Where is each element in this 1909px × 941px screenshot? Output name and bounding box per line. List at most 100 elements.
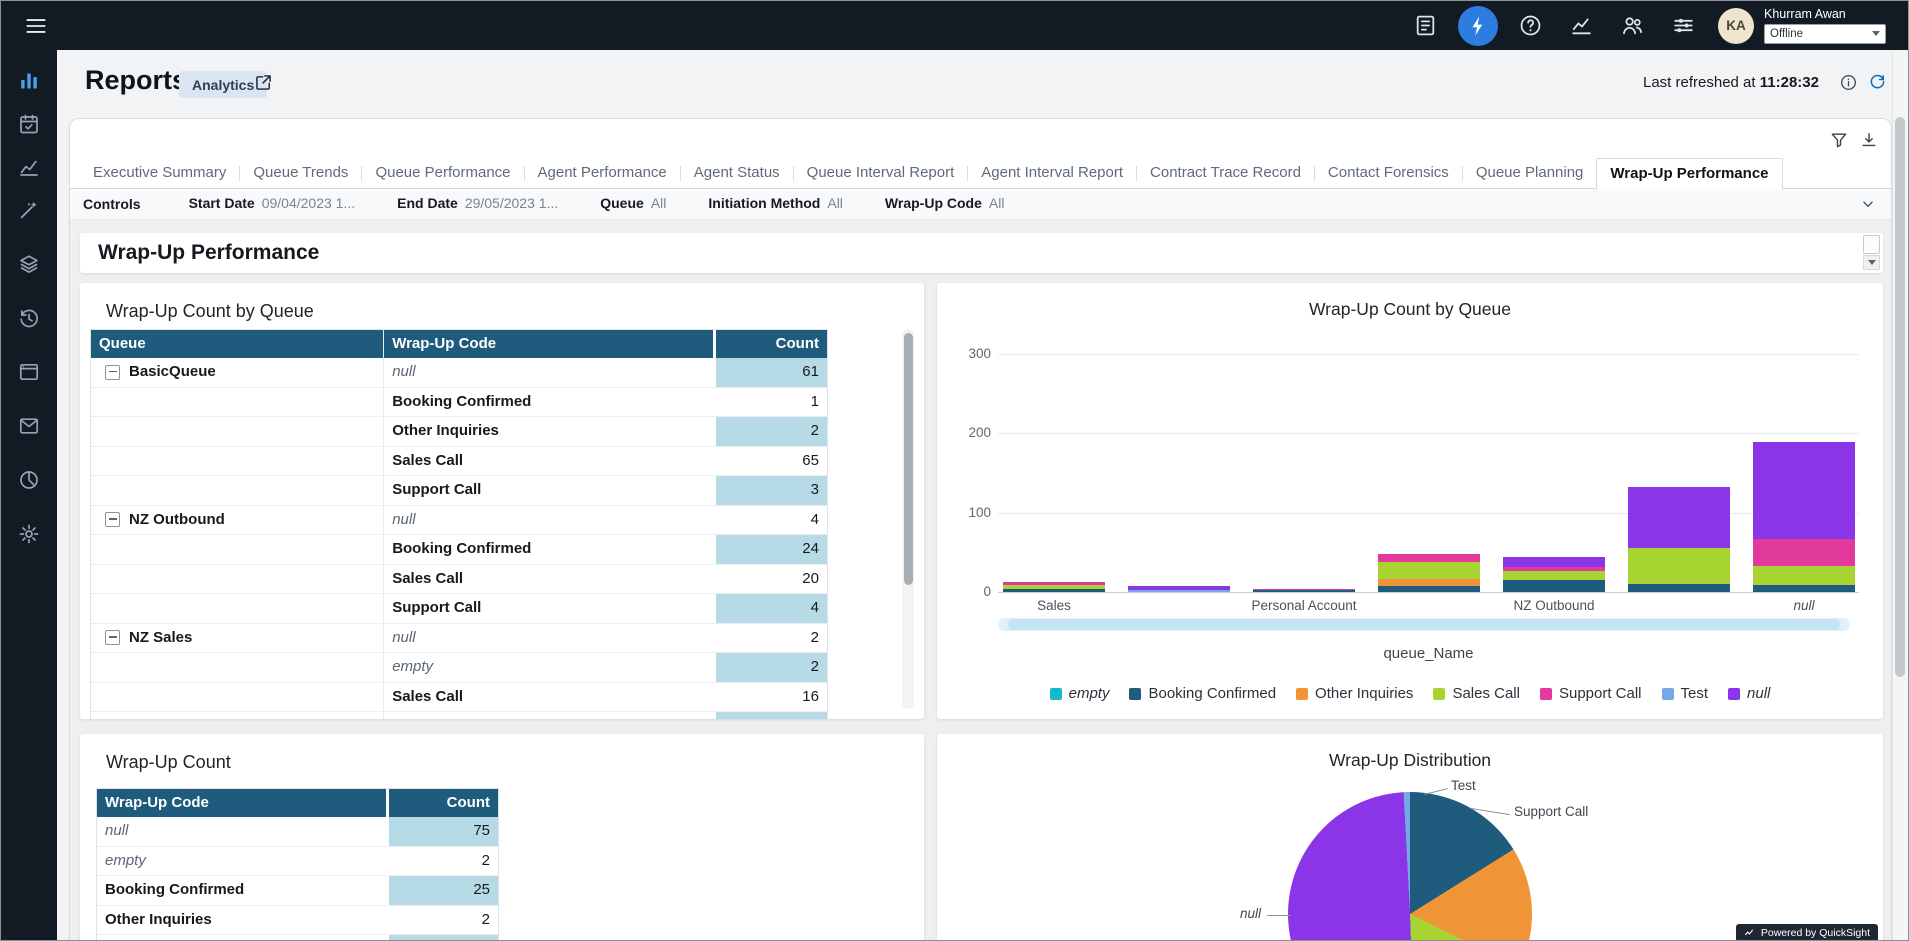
scrollbar-thumb[interactable]	[1895, 117, 1905, 677]
filter-value: 09/04/2023 1...	[262, 195, 355, 211]
collapse-group-icon[interactable]	[105, 512, 120, 527]
table-row: NZ Outboundnull4	[91, 506, 827, 536]
card-wrapup-count-table: Wrap-Up Count Wrap-Up CodeCountnull75emp…	[80, 734, 924, 941]
filter-end-date[interactable]: End Date29/05/2023 1...	[397, 195, 558, 211]
tab-executive-summary[interactable]: Executive Summary	[80, 159, 239, 188]
tab-queue-interval-report[interactable]: Queue Interval Report	[794, 159, 968, 188]
legend-item-test[interactable]: Test	[1662, 685, 1709, 702]
legend-item-support-call[interactable]: Support Call	[1540, 685, 1642, 702]
filter-label: Start Date	[189, 195, 255, 211]
app-window-icon[interactable]	[13, 355, 46, 388]
tab-agent-interval-report[interactable]: Agent Interval Report	[968, 159, 1136, 188]
metrics-icon[interactable]	[1569, 13, 1594, 38]
wand-icon[interactable]	[13, 193, 46, 226]
tab-queue-performance[interactable]: Queue Performance	[362, 159, 523, 188]
refresh-icon[interactable]	[1867, 71, 1888, 92]
queue-cell	[91, 476, 384, 505]
count-cell: 75	[386, 817, 498, 846]
layers-icon[interactable]	[13, 247, 46, 280]
user-block: Khurram Awan Offline	[1764, 8, 1886, 44]
filter-initiation-method[interactable]: Initiation MethodAll	[708, 195, 843, 211]
collapse-group-icon[interactable]	[105, 630, 120, 645]
filter-wrap-up-code[interactable]: Wrap-Up CodeAll	[885, 195, 1005, 211]
count-cell: 4	[713, 506, 827, 535]
sheet-scrollbar[interactable]	[1863, 235, 1880, 271]
scrollbar-thumb[interactable]	[1863, 235, 1880, 254]
chart-legend: empty Booking Confirmed Other Inquiries Sal…	[937, 685, 1883, 702]
hamburger-menu-icon[interactable]	[23, 13, 49, 39]
queue-cell: BasicQueue	[91, 358, 384, 387]
last-refreshed-time: 11:28:32	[1760, 74, 1819, 91]
y-tick-label: 0	[951, 584, 991, 599]
table-scrollbar[interactable]	[902, 329, 914, 709]
card-title: Wrap-Up Count by Queue	[106, 301, 314, 322]
bar-segment	[1253, 590, 1355, 592]
gridline	[998, 354, 1859, 355]
notes-icon[interactable]	[1413, 13, 1438, 38]
gear-icon[interactable]	[13, 517, 46, 550]
table-row: Other Inquiries2	[91, 417, 827, 447]
filter-value: All	[827, 195, 843, 211]
tab-queue-trends[interactable]: Queue Trends	[240, 159, 361, 188]
last-refreshed-text: Last refreshed at 11:28:32	[1643, 74, 1819, 91]
bar-segment	[1503, 557, 1605, 567]
tab-wrap-up-performance[interactable]: Wrap-Up Performance	[1596, 158, 1782, 189]
donut-chart-icon[interactable]	[13, 463, 46, 496]
scrollbar-thumb[interactable]	[904, 333, 913, 585]
filter-start-date[interactable]: Start Date 09/04/2023 1...	[189, 195, 356, 211]
chevron-down-icon[interactable]	[1859, 195, 1877, 213]
help-icon[interactable]	[1518, 13, 1543, 38]
mail-icon[interactable]	[13, 409, 46, 442]
legend-item-booking-confirmed[interactable]: Booking Confirmed	[1129, 685, 1276, 702]
legend-label: null	[1747, 685, 1770, 702]
external-link-icon[interactable]	[253, 72, 274, 93]
history-icon[interactable]	[13, 301, 46, 334]
tab-agent-performance[interactable]: Agent Performance	[525, 159, 680, 188]
legend-item-empty[interactable]: empty	[1050, 685, 1110, 702]
queue-cell	[91, 712, 384, 719]
filter-value: All	[651, 195, 667, 211]
collapse-group-icon[interactable]	[105, 365, 120, 380]
count-cell: 61	[713, 358, 827, 387]
tab-agent-status[interactable]: Agent Status	[681, 159, 793, 188]
pie-slice-label: Support Call	[1514, 804, 1588, 819]
bar-chart-icon[interactable]	[13, 64, 46, 97]
table-row: empty2	[91, 653, 827, 683]
tab-queue-planning[interactable]: Queue Planning	[1463, 159, 1597, 188]
topbar-actions	[1413, 6, 1696, 46]
legend-item-other-inquiries[interactable]: Other Inquiries	[1296, 685, 1413, 702]
count-cell: 1	[713, 388, 827, 417]
controls-bar: Controls Start Date09/04/2023 1...End Da…	[70, 189, 1891, 220]
calendar-icon[interactable]	[13, 107, 46, 140]
export-icon[interactable]	[1859, 130, 1879, 150]
queue-cell: NZ Sales	[91, 624, 384, 653]
line-chart-icon[interactable]	[13, 150, 46, 183]
queue-cell	[91, 683, 384, 712]
scrollbar-thumb[interactable]	[1008, 619, 1840, 630]
wrapup-code-cell: Support Call	[384, 476, 713, 505]
tab-contract-trace-record[interactable]: Contract Trace Record	[1137, 159, 1314, 188]
settings-sliders-icon[interactable]	[1671, 13, 1696, 38]
page-scrollbar[interactable]	[1892, 51, 1907, 939]
table-row: NZ Salesnull2	[91, 624, 827, 654]
scroll-down-button[interactable]	[1863, 255, 1880, 270]
table-row: Booking Confirmed25	[97, 876, 498, 906]
status-dropdown[interactable]: Offline	[1764, 24, 1886, 44]
filter-icon[interactable]	[1829, 130, 1849, 150]
legend-item-null[interactable]: null	[1728, 685, 1770, 702]
avatar[interactable]: KA	[1718, 8, 1754, 44]
top-navigation-bar: KA Khurram Awan Offline	[1, 1, 1908, 50]
users-icon[interactable]	[1620, 13, 1645, 38]
info-icon[interactable]	[1839, 73, 1858, 92]
sheet-title: Wrap-Up Performance	[98, 233, 319, 273]
filter-label: End Date	[397, 195, 458, 211]
table-row: Sales Call106	[97, 935, 498, 941]
pie-slice-label: null	[1199, 906, 1261, 921]
avatar-initials: KA	[1726, 18, 1746, 33]
tab-contact-forensics[interactable]: Contact Forensics	[1315, 159, 1462, 188]
filter-queue[interactable]: QueueAll	[600, 195, 666, 211]
column-header: Queue	[91, 330, 384, 358]
legend-item-sales-call[interactable]: Sales Call	[1433, 685, 1520, 702]
chart-horizontal-scrollbar[interactable]	[998, 618, 1850, 631]
analytics-lightning-icon[interactable]	[1458, 6, 1498, 46]
